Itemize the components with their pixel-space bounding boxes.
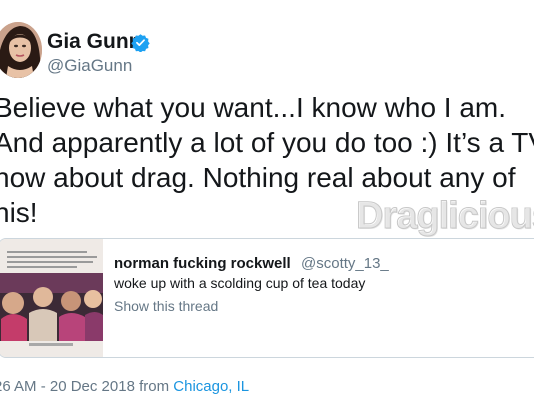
verified-badge-icon [131,34,150,52]
avatar-photo [0,22,42,78]
watermark-logo: Draglicious [356,195,534,238]
quoted-tweet-image [0,239,103,357]
display-name[interactable]: Gia Gunn [47,30,142,54]
tweet-timestamp[interactable]: 26 AM - 20 Dec 2018 from [0,378,173,395]
avatar[interactable] [0,22,42,78]
quoted-tweet-text: woke up with a scolding cup of tea today [114,275,366,291]
tweet-meta: 26 AM - 20 Dec 2018 from Chicago, IL [0,378,249,395]
quoted-tweet-card[interactable]: norman fucking rockwell @scotty_13_ woke… [0,238,534,358]
quoted-tweet-media[interactable] [0,239,103,357]
location-link[interactable]: Chicago, IL [173,378,249,395]
show-thread-link[interactable]: Show this thread [114,298,218,314]
quoted-user-handle[interactable]: @scotty_13_ [301,255,389,272]
quoted-display-name[interactable]: norman fucking rockwell [114,255,291,272]
user-handle[interactable]: @GiaGunn [47,56,132,76]
